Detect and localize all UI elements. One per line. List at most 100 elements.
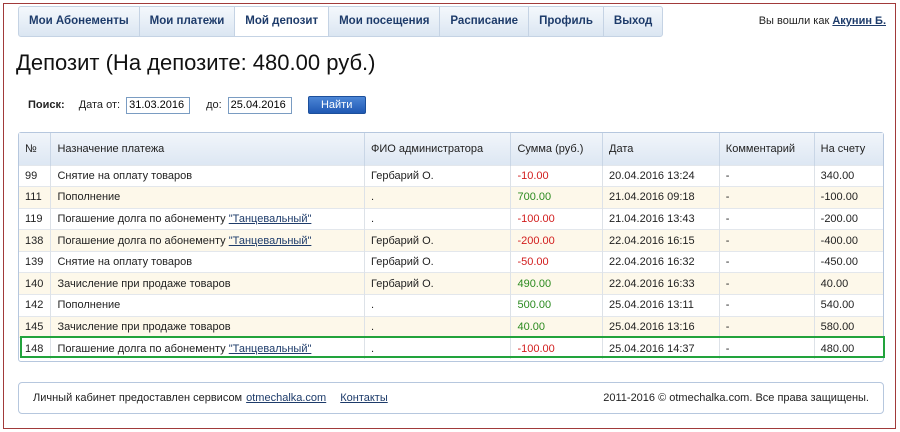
nav-payments[interactable]: Мои платежи: [140, 7, 236, 36]
nav-subscriptions[interactable]: Мои Абонементы: [19, 7, 140, 36]
cell-sum: 490.00: [510, 272, 603, 295]
date-to-input[interactable]: [227, 96, 292, 114]
cell-date: 22.04.2016 16:15: [602, 229, 720, 252]
cell-balance: 40.00: [814, 272, 883, 295]
cell-purpose: Снятие на оплату товаров: [50, 250, 365, 273]
cell-admin: Гербарий О.: [364, 229, 512, 252]
cell-comment: -: [719, 207, 815, 230]
purpose-text: Зачисление при продаже товаров: [57, 320, 231, 333]
deposit-table: № Назначение платежа ФИО администратора …: [19, 133, 883, 360]
cell-sum: -10.00: [510, 164, 603, 187]
cell-balance: -400.00: [814, 229, 883, 252]
cell-date: 25.04.2016 14:37: [602, 337, 720, 360]
cell-balance: -200.00: [814, 207, 883, 230]
col-header-balance: На счету: [814, 133, 883, 165]
cell-purpose: Снятие на оплату товаров: [50, 164, 365, 187]
purpose-text: Снятие на оплату товаров: [57, 169, 193, 182]
cell-sum: -200.00: [510, 229, 603, 252]
cell-date: 22.04.2016 16:33: [602, 272, 720, 295]
nav-deposit[interactable]: Мой депозит: [235, 7, 330, 36]
cell-admin: .: [364, 207, 512, 230]
footer-text: Личный кабинет предоставлен сервисом: [33, 392, 243, 404]
subscription-link[interactable]: "Танцевальный": [229, 343, 312, 355]
search-button[interactable]: Найти: [307, 96, 366, 114]
table-row: 142 Пополнение. 500.00 25.04.2016 13:11-540…: [19, 294, 883, 317]
table-row: 139 Снятие на оплату товаров Гербарий О. -5…: [19, 250, 883, 273]
cell-purpose: Зачисление при продаже товаров: [50, 315, 365, 338]
table-row: 138 Погашение долга по абонементу "Танцев…: [19, 229, 883, 252]
cell-comment: -: [719, 337, 815, 360]
user-info: Вы вошли как Акунин Б.: [759, 15, 886, 27]
table-row: 148 Погашение долга по абонементу "Танцев…: [19, 337, 883, 360]
cell-purpose: Зачисление при продаже товаров: [50, 272, 365, 295]
user-name-link[interactable]: Акунин Б.: [832, 15, 886, 27]
nav-profile[interactable]: Профиль: [529, 7, 604, 36]
cell-number: 138: [19, 229, 52, 252]
cell-admin: Гербарий О.: [364, 250, 512, 273]
cell-date: 21.04.2016 13:43: [602, 207, 720, 230]
nav-schedule[interactable]: Расписание: [440, 7, 530, 36]
purpose-text: Пополнение: [57, 191, 121, 204]
cell-number: 139: [19, 250, 52, 273]
cell-purpose: Пополнение: [50, 294, 365, 317]
deposit-table-container: № Назначение платежа ФИО администратора …: [18, 132, 884, 362]
cell-comment: -: [719, 272, 815, 295]
footer-contacts-link[interactable]: Контакты: [340, 392, 388, 404]
col-header-sum: Сумма (руб.): [510, 133, 603, 165]
purpose-text: Погашение долга по абонементу: [57, 234, 229, 247]
cell-number: 99: [19, 164, 52, 187]
main-nav: Мои Абонементы Мои платежи Мой депозит М…: [18, 6, 664, 37]
purpose-text: Погашение долга по абонементу: [57, 342, 229, 355]
cell-comment: -: [719, 315, 815, 338]
cell-balance: 340.00: [814, 164, 883, 187]
purpose-text: Пополнение: [57, 299, 121, 312]
date-to-label: до:: [206, 99, 222, 111]
cell-comment: -: [719, 186, 815, 209]
cell-comment: -: [719, 294, 815, 317]
cell-purpose: Погашение долга по абонементу "Танцеваль…: [50, 229, 365, 252]
cell-balance: 580.00: [814, 315, 883, 338]
subscription-link[interactable]: "Танцевальный": [229, 235, 312, 247]
cell-date: 20.04.2016 13:24: [602, 164, 720, 187]
cell-balance: 540.00: [814, 294, 883, 317]
cell-sum: 500.00: [510, 294, 603, 317]
page-title: Депозит (На депозите: 480.00 руб.): [16, 50, 376, 75]
cell-comment: -: [719, 229, 815, 252]
col-header-comment: Комментарий: [719, 133, 815, 165]
table-row: 99 Снятие на оплату товаров Гербарий О. -10…: [19, 164, 883, 187]
nav-logout[interactable]: Выход: [604, 7, 662, 36]
col-header-date: Дата: [602, 133, 720, 165]
user-info-prefix: Вы вошли как: [758, 15, 830, 27]
cell-purpose: Погашение долга по абонементу "Танцеваль…: [50, 337, 365, 360]
cell-admin: .: [364, 294, 512, 317]
cell-number: 145: [19, 315, 52, 338]
date-from-input[interactable]: [126, 96, 191, 114]
cell-admin: .: [364, 337, 512, 360]
table-header-row: № Назначение платежа ФИО администратора …: [19, 133, 883, 165]
purpose-text: Зачисление при продаже товаров: [57, 277, 231, 290]
cell-date: 21.04.2016 09:18: [602, 186, 720, 209]
cell-sum: -50.00: [510, 250, 603, 273]
cell-sum: -100.00: [510, 337, 603, 360]
col-header-purpose: Назначение платежа: [50, 133, 365, 165]
cell-admin: Гербарий О.: [364, 164, 512, 187]
cell-balance: -100.00: [814, 186, 883, 209]
cell-number: 111: [19, 186, 52, 209]
nav-visits[interactable]: Мои посещения: [329, 7, 441, 36]
table-row: 111 Пополнение. 700.00 21.04.2016 09:18- -10…: [19, 186, 883, 209]
cell-number: 142: [19, 294, 52, 317]
table-row: 145 Зачисление при продаже товаров. 40.00 2…: [19, 315, 883, 338]
cell-date: 22.04.2016 16:32: [602, 250, 720, 273]
col-header-number: №: [19, 133, 52, 165]
subscription-link[interactable]: "Танцевальный": [229, 213, 312, 225]
search-label: Поиск:: [28, 99, 65, 111]
purpose-text: Погашение долга по абонементу: [57, 212, 229, 225]
footer: Личный кабинет предоставлен сервисом otm…: [18, 382, 884, 414]
table-row: 119 Погашение долга по абонементу "Танцев…: [19, 207, 883, 230]
cell-balance: -450.00: [814, 250, 883, 273]
footer-service-link[interactable]: otmechalka.com: [246, 392, 326, 404]
footer-copyright: 2011-2016 © otmechalka.com. Все права за…: [603, 392, 869, 404]
cell-sum: 700.00: [510, 186, 603, 209]
cell-date: 25.04.2016 13:16: [602, 315, 720, 338]
cell-sum: -100.00: [510, 207, 603, 230]
